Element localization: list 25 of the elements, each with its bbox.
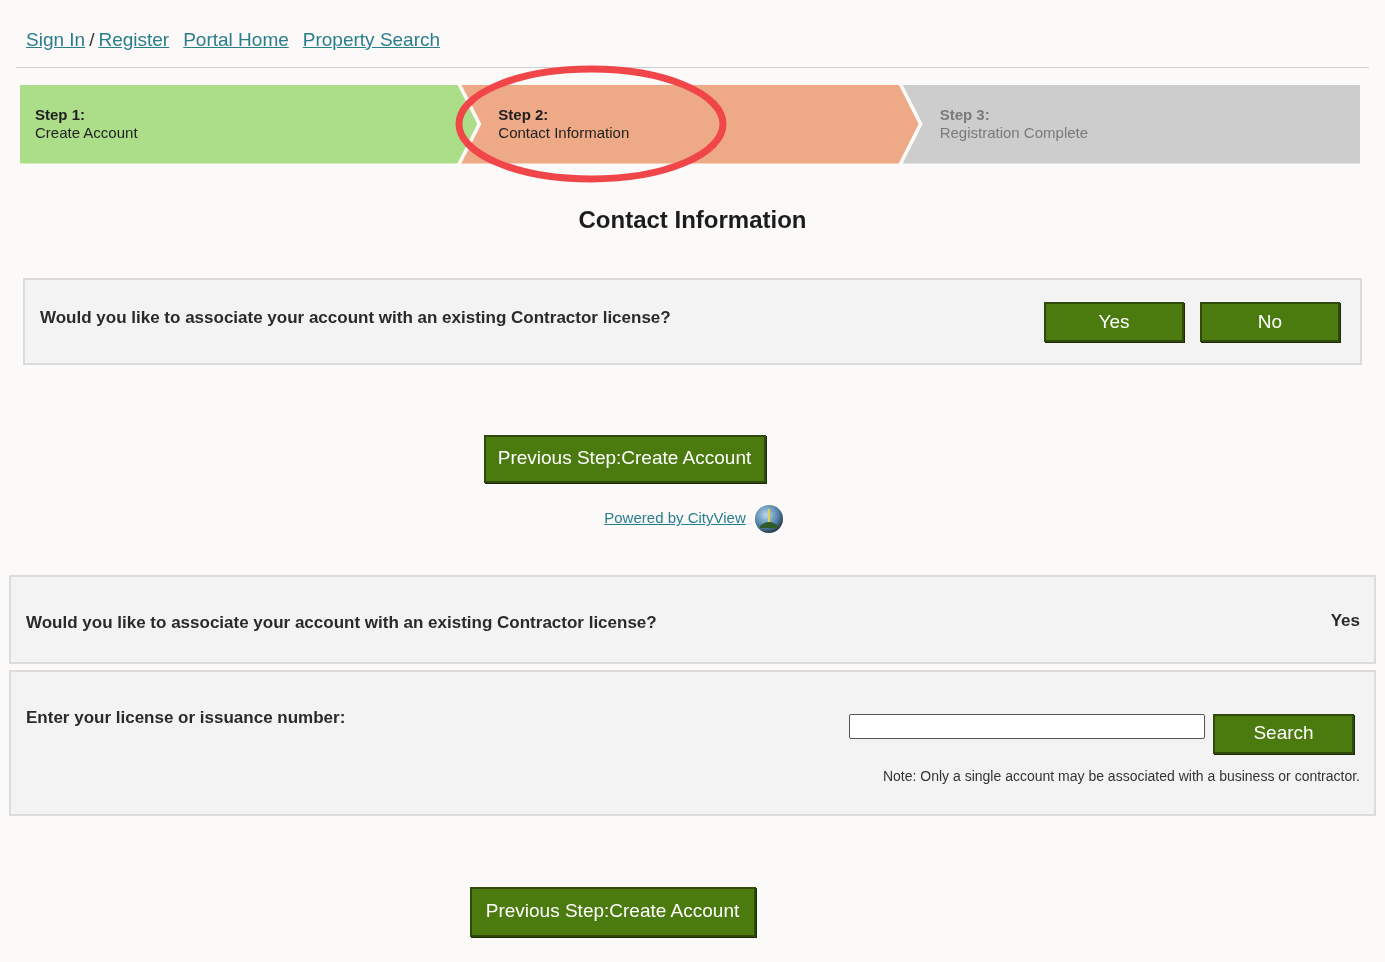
answer-value: Yes (1330, 609, 1360, 632)
license-input-field[interactable] (849, 714, 1205, 739)
license-label: Enter your license or issuance number: (26, 706, 346, 729)
answer-button[interactable]: Yes (1044, 302, 1184, 342)
powered-by-link[interactable]: Powered by CityView (604, 507, 746, 530)
previous-step-button[interactable]: Previous Step:Create Account (483, 434, 766, 483)
step-number: Step 1: (35, 106, 86, 124)
step-label: Registration Complete (939, 124, 1090, 142)
question-text: Would you like to associate your account with an existing Contractor license? (26, 611, 657, 634)
note-text: Note: Only a single account may be associated with a business or contractor. (882, 766, 1360, 786)
search-button[interactable]: Search (1213, 713, 1354, 754)
step-label: Create Account (35, 124, 139, 142)
link-separator: / (89, 28, 95, 52)
nav-link[interactable]: Portal Home (183, 26, 289, 55)
answer-button[interactable]: No (1200, 302, 1340, 342)
page-title: Contact Information (578, 204, 807, 235)
question-text: Would you like to associate your account with an existing Contractor license? (40, 307, 671, 330)
nav-link[interactable]: Register (98, 26, 170, 55)
logo-icon (753, 503, 784, 534)
nav-link[interactable]: Property Search (302, 26, 441, 55)
step-number: Step 3: (939, 106, 991, 124)
previous-step-button[interactable]: Previous Step:Create Account (469, 886, 756, 937)
step-label: Contact Information (498, 124, 631, 142)
step-number: Step 2: (498, 106, 550, 124)
nav-link[interactable]: Sign In (26, 26, 86, 55)
